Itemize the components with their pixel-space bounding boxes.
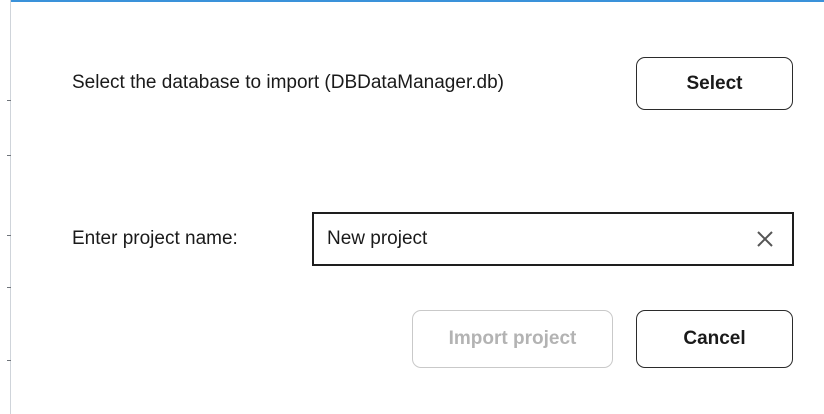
window-left-border [0, 0, 11, 414]
border-tick [7, 100, 11, 101]
window-top-border [10, 0, 824, 2]
project-name-input[interactable] [314, 214, 748, 264]
select-database-button[interactable]: Select [636, 57, 793, 110]
border-tick [7, 287, 11, 288]
project-name-label: Enter project name: [72, 228, 238, 249]
close-icon[interactable] [748, 222, 782, 256]
import-database-label: Select the database to import (DBDataMan… [72, 72, 504, 93]
border-tick [7, 235, 11, 236]
close-icon-graphic [757, 231, 773, 247]
cancel-button[interactable]: Cancel [636, 310, 793, 368]
border-tick [7, 360, 11, 361]
import-project-button[interactable]: Import project [412, 310, 613, 368]
import-database-dialog: Select the database to import (DBDataMan… [0, 0, 824, 414]
border-tick [7, 155, 11, 156]
project-name-field [312, 212, 794, 266]
